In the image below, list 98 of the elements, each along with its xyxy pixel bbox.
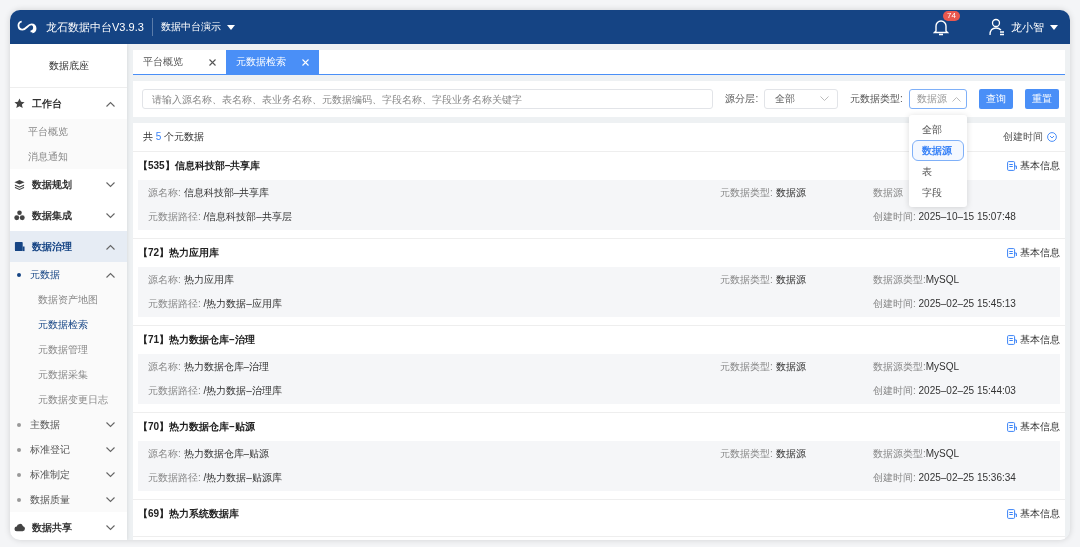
bell-icon xyxy=(933,18,949,36)
app-title: 龙石数据中台V3.9.3 xyxy=(46,19,144,35)
chevron-up-icon xyxy=(951,96,961,102)
user-icon xyxy=(989,18,1005,36)
filter-label: 元数据类型: xyxy=(849,92,903,106)
record-title: 【535】信息科技部–共享库 xyxy=(138,159,261,173)
document-icon xyxy=(1007,509,1017,519)
caret-icon xyxy=(1050,24,1058,30)
chevron-down-icon xyxy=(106,446,115,453)
notification-button[interactable] xyxy=(933,18,949,36)
bullet-icon xyxy=(17,472,21,477)
record-title: 【71】热力数据仓库–治理 xyxy=(138,333,255,347)
logo-icon xyxy=(16,19,38,35)
sidebar-title: 数据底座 xyxy=(10,44,127,88)
detail-text: 元数据类型: 数据源 xyxy=(720,447,806,461)
detail-text: 创建时间: 2025–02–25 15:44:03 xyxy=(873,384,1016,398)
info-link[interactable]: 基本信息 xyxy=(1007,333,1060,347)
chevron-down-icon xyxy=(106,421,115,428)
sidebar-item[interactable]: 元数据管理 xyxy=(10,337,127,362)
detail-text: 创建时间: 2025–10–15 15:07:48 xyxy=(873,210,1016,224)
chevron-down-icon xyxy=(106,496,115,503)
info-link[interactable]: 基本信息 xyxy=(1007,420,1060,434)
filter-label: 源分层: xyxy=(725,92,759,106)
detail-text: 源名称: 热力应用库 xyxy=(148,273,234,287)
db-icon xyxy=(14,241,25,252)
chevron-up-icon xyxy=(106,271,115,278)
dropdown-option[interactable]: 数据源 xyxy=(911,140,964,161)
result-count: 共 5 个元数据 xyxy=(143,130,205,144)
record-title: 【69】热力系统数据库 xyxy=(138,507,240,521)
sidebar-item[interactable]: 数据共享 xyxy=(10,512,127,540)
search-field[interactable]: 请输入源名称、表名称、表业务名称、元数据编码、字段名称、字段业务名称关键字 xyxy=(142,89,714,109)
detail-text: 创建时间: 2025–02–25 15:45:13 xyxy=(873,297,1016,311)
dropdown-option[interactable]: 字段 xyxy=(908,182,967,203)
detail-text: 数据源类型:MySQL xyxy=(873,273,960,287)
chevron-down-icon xyxy=(106,212,115,219)
sidebar-item[interactable]: 标准登记 xyxy=(10,437,127,462)
bullet-icon xyxy=(17,422,21,427)
layer-select[interactable]: 全部 xyxy=(764,89,838,109)
sidebar-item[interactable]: 数据集成 xyxy=(10,200,127,231)
chevron-down-icon xyxy=(819,96,829,102)
sidebar-item[interactable]: 主数据 xyxy=(10,412,127,437)
sidebar-item[interactable]: 元数据 xyxy=(10,262,127,287)
cloud-icon xyxy=(14,522,25,533)
detail-text: 数据源类型:MySQL xyxy=(873,360,960,374)
record-title: 【70】热力数据仓库–贴源 xyxy=(138,420,255,434)
chevron-down-icon xyxy=(1047,132,1057,142)
document-icon xyxy=(1007,335,1017,345)
detail-text: 元数据类型: 数据源 xyxy=(720,186,806,200)
chevron-up-icon xyxy=(106,243,115,250)
caret-icon xyxy=(226,24,235,30)
info-link[interactable]: 基本信息 xyxy=(1007,507,1060,521)
sidebar-item[interactable]: 数据治理 xyxy=(10,231,127,262)
sidebar-item[interactable]: 元数据采集 xyxy=(10,362,127,387)
layers-icon xyxy=(14,179,25,190)
document-icon xyxy=(1007,422,1017,432)
detail-text: 数据源 xyxy=(873,186,903,200)
sidebar-item[interactable]: 平台概览 xyxy=(10,119,127,144)
bullet-icon xyxy=(17,497,21,502)
chevron-up-icon xyxy=(106,100,115,107)
detail-text: 源名称: 热力数据仓库–贴源 xyxy=(148,447,270,461)
sidebar-item[interactable]: 元数据变更日志 xyxy=(10,387,127,412)
detail-text: 源名称: 热力数据仓库–治理 xyxy=(148,360,270,374)
sidebar-item[interactable]: 数据规划 xyxy=(10,169,127,200)
sort-button[interactable]: 创建时间 xyxy=(1003,130,1057,144)
sidebar-item[interactable]: 数据质量 xyxy=(10,487,127,512)
detail-text: 元数据路径: /热力数据–贴源库 xyxy=(148,471,282,485)
info-link[interactable]: 基本信息 xyxy=(1007,246,1060,260)
sidebar-item[interactable]: 工作台 xyxy=(10,88,127,119)
sidebar-item[interactable]: 数据资产地图 xyxy=(10,287,127,312)
dropdown-option[interactable]: 全部 xyxy=(908,119,967,140)
chevron-down-icon xyxy=(106,471,115,478)
detail-text: 源名称: 信息科技部–共享库 xyxy=(148,186,270,200)
detail-text: 元数据类型: 数据源 xyxy=(720,273,806,287)
sidebar-item[interactable]: 元数据检索 xyxy=(10,312,127,337)
dropdown-option[interactable]: 表 xyxy=(908,161,967,182)
workspace-dropdown[interactable]: 数据中台演示 xyxy=(160,20,235,34)
detail-text: 创建时间: 2025–02–25 15:36:34 xyxy=(873,471,1016,485)
notification-badge: 74 xyxy=(943,11,960,21)
info-link[interactable]: 基本信息 xyxy=(1007,159,1060,173)
tab[interactable]: 平台概览 xyxy=(133,50,226,74)
bullet-icon xyxy=(17,447,21,452)
chevron-down-icon xyxy=(106,181,115,188)
user-menu[interactable]: 龙小智 xyxy=(989,18,1058,36)
sidebar-item[interactable]: 标准制定 xyxy=(10,462,127,487)
document-icon xyxy=(1007,248,1017,258)
record-title: 【72】热力应用库 xyxy=(138,246,220,260)
bullet-icon xyxy=(17,272,21,277)
document-icon xyxy=(1007,161,1017,171)
star-icon xyxy=(14,98,25,109)
cluster-icon xyxy=(14,210,25,221)
detail-text: 元数据路径: /热力数据–治理库 xyxy=(148,384,282,398)
detail-text: 元数据路径: /热力数据–应用库 xyxy=(148,297,282,311)
detail-text: 元数据路径: /信息科技部–共享层 xyxy=(148,210,292,224)
detail-text: 数据源类型:MySQL xyxy=(873,447,960,461)
chevron-down-icon xyxy=(106,524,115,531)
close-icon[interactable] xyxy=(209,58,216,66)
sidebar-item[interactable]: 消息通知 xyxy=(10,144,127,169)
detail-text: 元数据类型: 数据源 xyxy=(720,360,806,374)
